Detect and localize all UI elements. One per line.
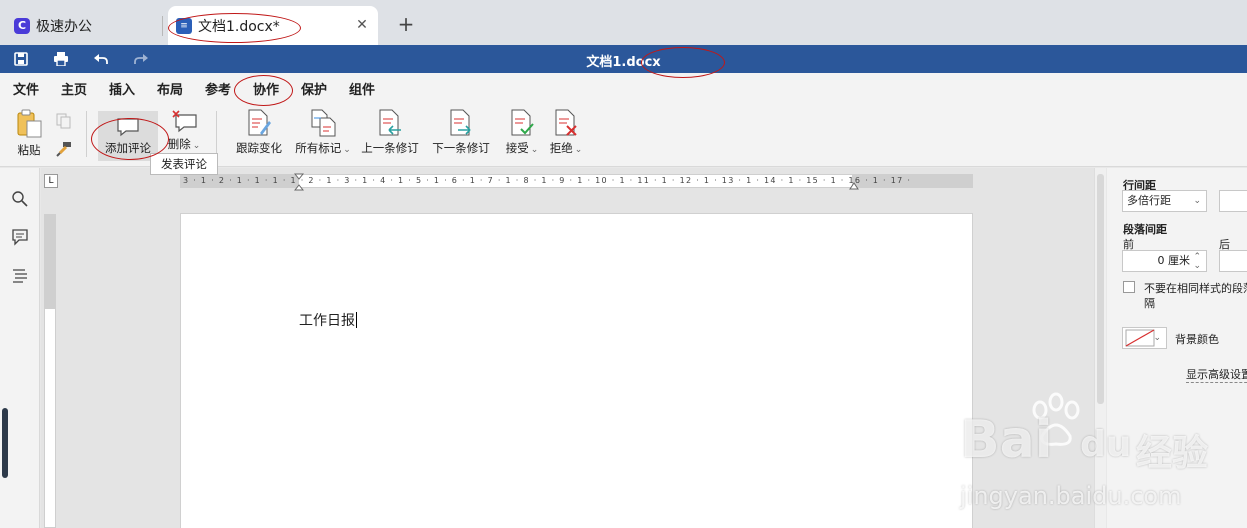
tab-app-title: 极速办公 — [36, 18, 92, 35]
menu-protect[interactable]: 保护 — [301, 79, 327, 98]
chevron-down-icon: ⌄ — [1153, 333, 1161, 343]
menu-insert[interactable]: 插入 — [109, 79, 135, 98]
next-change-icon — [450, 109, 471, 136]
previous-change-button[interactable]: 上一条修订 — [361, 109, 419, 156]
document-icon: ≡ — [176, 17, 192, 34]
ruler-top-margin — [45, 215, 55, 309]
show-advanced-settings-link[interactable]: 显示高级设置 — [1186, 366, 1247, 383]
chevron-down-icon: ⌄ — [574, 145, 583, 155]
previous-change-icon — [379, 109, 401, 136]
line-spacing-amount-input[interactable] — [1219, 190, 1247, 212]
no-space-same-style-checkbox[interactable] — [1123, 281, 1135, 293]
track-changes-label: 跟踪变化 — [236, 141, 282, 155]
format-painter-icon[interactable] — [56, 141, 72, 157]
chevron-down-icon: ⌄ — [530, 145, 539, 155]
app-logo-icon: C — [14, 17, 30, 34]
tab-document[interactable]: ≡ 文档1.docx* ✕ — [168, 6, 378, 45]
reject-button[interactable]: 拒绝 ⌄ — [546, 109, 586, 156]
background-color-picker[interactable]: ⌄ — [1122, 327, 1167, 349]
menu-plugins[interactable]: 组件 — [349, 79, 375, 98]
chevron-down-icon: ⌄ — [192, 141, 201, 151]
copy-icon[interactable] — [56, 113, 72, 129]
next-change-button[interactable]: 下一条修订 — [432, 109, 490, 156]
sidebar-drag-handle[interactable] — [2, 408, 8, 478]
all-markup-label: 所有标记 — [295, 141, 342, 155]
comments-icon[interactable] — [11, 228, 29, 246]
chevron-down-icon: ⌄ — [1193, 196, 1201, 206]
comment-icon — [117, 118, 139, 137]
delete-comment-icon — [172, 110, 197, 133]
left-sidebar — [0, 168, 40, 528]
background-color-label: 背景颜色 — [1175, 333, 1219, 346]
line-spacing-select[interactable]: 多倍行距 ⌄ — [1122, 190, 1207, 212]
stepper-icon[interactable]: ⌃ ⌄ — [1193, 253, 1201, 271]
paste-label: 粘贴 — [17, 143, 41, 157]
vertical-ruler[interactable] — [44, 214, 56, 528]
menu-layout[interactable]: 布局 — [157, 79, 183, 98]
paste-icon — [17, 109, 42, 138]
watermark-brand-tail: du — [1080, 424, 1132, 465]
no-color-swatch-icon — [1125, 329, 1155, 347]
menu-collaborate[interactable]: 协作 — [253, 79, 279, 98]
watermark-brand: Bai — [960, 410, 1053, 470]
paste-button[interactable]: 粘贴 — [12, 109, 46, 158]
add-comment-label: 添加评论 — [105, 141, 151, 155]
scrollbar-thumb[interactable] — [1097, 174, 1104, 404]
menu-references[interactable]: 参考 — [205, 79, 231, 98]
tab-app-home[interactable]: C 极速办公 — [6, 6, 162, 45]
document-title: 文档1.docx — [586, 55, 661, 70]
markup-icon — [311, 109, 336, 137]
tab-doc-title: 文档1.docx* — [198, 18, 280, 35]
chevron-down-icon: ⌄ — [343, 145, 351, 155]
menu-file[interactable]: 文件 — [13, 79, 39, 98]
line-spacing-value: 多倍行距 — [1127, 194, 1171, 207]
paragraph-spacing-label: 段落间距 — [1123, 223, 1167, 236]
ribbon-separator — [216, 111, 217, 157]
text-cursor — [356, 312, 357, 328]
no-space-same-style-label-wrap: 隔 — [1144, 297, 1155, 310]
close-tab-icon[interactable]: ✕ — [354, 17, 370, 33]
tab-stop-selector[interactable]: L — [44, 174, 58, 188]
title-bar: 文档1.docx — [0, 45, 1247, 73]
tab-separator — [162, 16, 163, 36]
reject-icon — [555, 109, 577, 136]
ribbon-separator — [86, 111, 87, 157]
watermark-jingyan: 经验 — [1136, 433, 1209, 474]
delete-comment-button[interactable]: 删除 ⌄ — [164, 109, 204, 152]
menu-bar: 文件 主页 插入 布局 参考 协作 保护 组件 — [0, 73, 1247, 101]
right-indent-marker[interactable] — [849, 179, 859, 190]
new-tab-button[interactable]: + — [396, 14, 416, 34]
add-comment-button[interactable]: 添加评论 — [98, 111, 158, 161]
accept-icon — [511, 109, 534, 136]
reject-label: 拒绝 — [549, 141, 573, 155]
spacing-before-value: 0 厘米 — [1157, 254, 1191, 267]
track-changes-icon — [248, 109, 271, 136]
spacing-before-input[interactable]: 0 厘米 ⌃ ⌄ — [1122, 250, 1207, 272]
track-changes-button[interactable]: 跟踪变化 — [234, 109, 284, 156]
tab-strip: C 极速办公 ≡ 文档1.docx* ✕ + — [0, 0, 1247, 45]
spacing-after-input[interactable] — [1219, 250, 1247, 272]
all-markup-button[interactable]: 所有标记 ⌄ — [294, 109, 352, 156]
indent-marker[interactable] — [293, 173, 305, 191]
baidu-jingyan-watermark: Bai du 经验 jingyan.baidu.com — [960, 392, 1245, 528]
delete-label: 删除 — [167, 137, 191, 151]
no-space-same-style-label: 不要在相同样式的段落间 — [1144, 282, 1247, 295]
horizontal-ruler[interactable]: 3 · 1 · 2 · 1 · 1 · 1 · 1 · 2 · 1 · 3 · … — [180, 173, 973, 191]
watermark-url: jingyan.baidu.com — [960, 482, 1182, 510]
next-change-label: 下一条修订 — [432, 141, 490, 155]
accept-label: 接受 — [505, 141, 529, 155]
app-window: C 极速办公 ≡ 文档1.docx* ✕ + 文档1.docx 文件 主页 插入… — [0, 0, 1247, 528]
menu-home[interactable]: 主页 — [61, 79, 87, 98]
previous-change-label: 上一条修订 — [361, 141, 419, 155]
search-icon[interactable] — [11, 190, 29, 208]
document-body[interactable]: 工作日报 — [299, 310, 357, 330]
body-text: 工作日报 — [299, 313, 355, 329]
add-comment-tooltip: 发表评论 — [150, 153, 218, 175]
document-page[interactable]: 工作日报 — [180, 213, 973, 528]
navigation-icon[interactable] — [11, 266, 29, 284]
accept-button[interactable]: 接受 ⌄ — [502, 109, 542, 156]
